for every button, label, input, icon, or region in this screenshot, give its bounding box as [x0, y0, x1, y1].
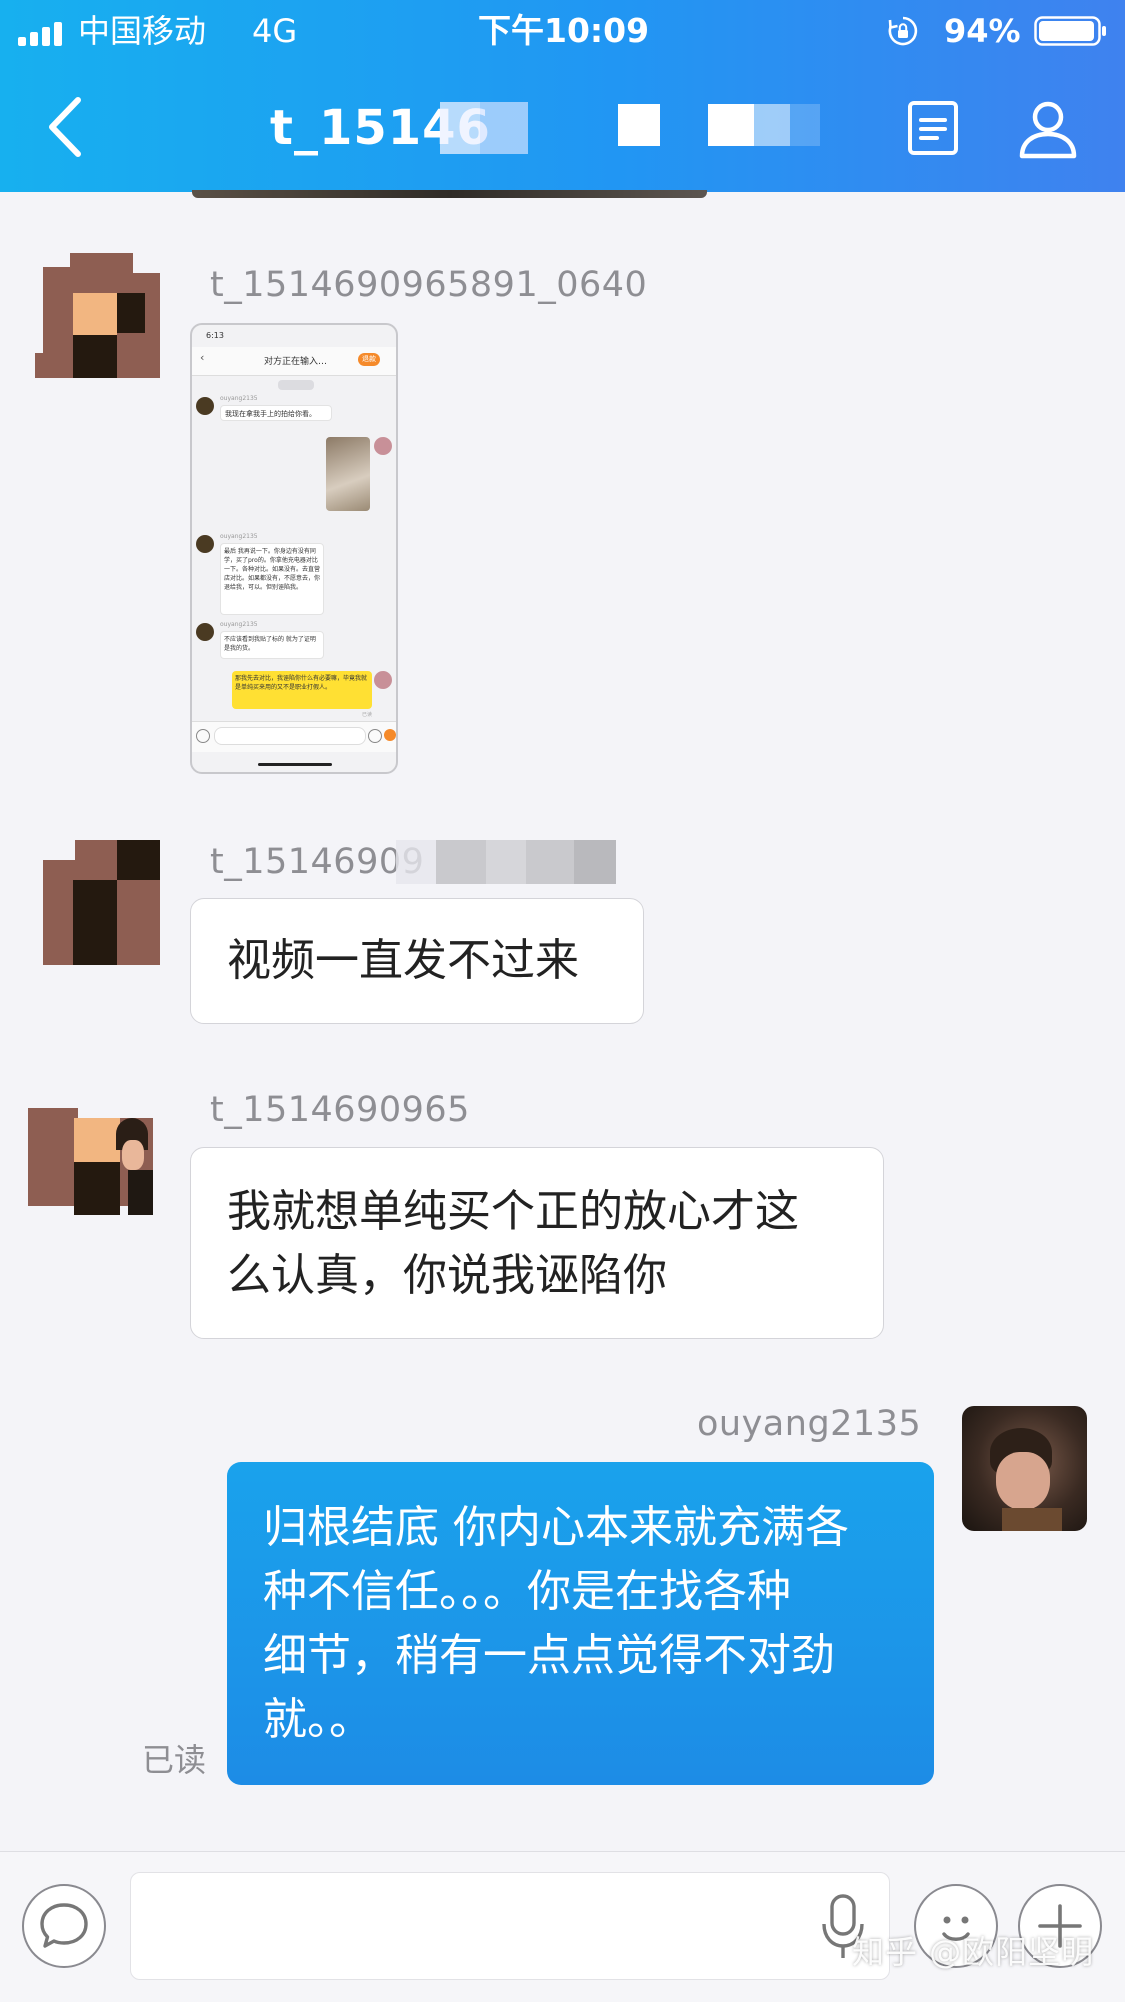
thumb-emoji-icon [368, 729, 382, 743]
carrier-name: 中国移动 [78, 12, 207, 50]
battery-icon [1034, 16, 1106, 46]
avatar[interactable] [35, 253, 160, 378]
sender-name: ouyang2135 [697, 1404, 922, 1444]
document-icon[interactable] [905, 100, 961, 156]
user-icon[interactable] [1017, 98, 1079, 160]
avatar[interactable] [28, 1090, 153, 1215]
image-message[interactable]: 6:13 ‹ 对方正在输入… 退款 ouyang2135 我现在拿我手上的拍给你… [190, 323, 398, 774]
thumb-avatar [196, 623, 214, 641]
watermark: 知乎 @欧阳坚明 [852, 1933, 1095, 1971]
clock: 下午10:09 [478, 11, 650, 50]
status-bar: 中国移动 4G 下午10:09 94% [0, 0, 1125, 62]
message-text-line: 么认真，你说我诬陷你 [227, 1250, 667, 1301]
thumb-time: 6:13 [206, 331, 224, 340]
thumb-sender: ouyang2135 [220, 621, 258, 628]
avatar[interactable] [35, 840, 160, 965]
sender-name: t_1514690965 [210, 1090, 470, 1130]
avatar[interactable] [962, 1406, 1087, 1531]
thumb-chat-icon [196, 729, 210, 743]
previous-image-edge [192, 190, 707, 198]
speech-bubble-icon [40, 1903, 88, 1948]
thumb-input [214, 727, 366, 745]
message-bubble[interactable]: 我就想单纯买个正的放心才这 么认真，你说我诬陷你 [190, 1147, 884, 1339]
message-text: 视频一直发不过来 [227, 935, 579, 986]
battery-percent: 94% [944, 12, 1021, 50]
thumb-avatar [374, 671, 392, 689]
read-status: 已读 [142, 1741, 207, 1779]
chevron-left-icon[interactable] [40, 92, 100, 162]
message-bubble[interactable]: 视频一直发不过来 [190, 898, 644, 1024]
thumb-title: 对方正在输入… [264, 357, 328, 367]
name-redaction [396, 838, 658, 886]
outgoing-message-bubble[interactable]: 归根结底 你内心本来就充满各 种不信任。。。你是在找各种 细节，稍有一点点觉得不… [227, 1462, 934, 1785]
chat-header: 中国移动 4G 下午10:09 94% t_15146 [0, 0, 1125, 192]
thumb-bubble: 不应该看到我贴了标的 就为了证明是我的货。 [220, 631, 324, 659]
input-bar [0, 1851, 1125, 2002]
message-text-line: 种不信任。。。你是在找各种 [263, 1566, 791, 1617]
thumb-avatar [196, 397, 214, 415]
thumb-sender: ouyang2135 [220, 533, 258, 540]
sender-name: t_1514690965891_0640 [210, 265, 648, 305]
thumb-plus-icon [384, 729, 396, 741]
chat-mode-button[interactable] [22, 1884, 106, 1968]
thumb-video [326, 437, 370, 511]
thumb-back-icon: ‹ [200, 351, 205, 364]
message-text-line: 我就想单纯买个正的放心才这 [227, 1186, 799, 1237]
thumb-sender: ouyang2135 [220, 395, 258, 402]
thumb-time-tag [278, 380, 314, 390]
thumb-badge: 退款 [358, 353, 380, 366]
thumb-read: 已读 [362, 712, 373, 718]
nav-bar: t_15146 [0, 62, 1125, 192]
thumb-bubble: 我现在拿我手上的拍给你看。 [220, 405, 332, 421]
thumb-avatar [374, 437, 392, 455]
title-redaction [440, 98, 860, 162]
thumb-avatar [196, 535, 214, 553]
thumb-home-indicator [258, 763, 332, 766]
signal-icon [18, 22, 68, 46]
message-text-line: 归根结底 你内心本来就充满各 [263, 1502, 849, 1553]
thumb-bubble: 那我先去对比，我诬陷你什么有必要嘛，毕竟我就是单纯买来用的又不是职业打假人。 [232, 671, 372, 709]
message-input[interactable] [130, 1872, 890, 1980]
rotation-lock-icon [888, 16, 918, 46]
message-text-line: 细节，稍有一点点觉得不对劲 [263, 1630, 835, 1681]
message-text-line: 就。。 [263, 1694, 373, 1745]
thumb-bubble: 最后 我再说一下。你身边有没有同学，买了pro的。你拿他充电器对比一下。各种对比… [220, 543, 324, 615]
network-type: 4G [252, 12, 298, 50]
sender-name: t_15146909 [210, 842, 425, 882]
